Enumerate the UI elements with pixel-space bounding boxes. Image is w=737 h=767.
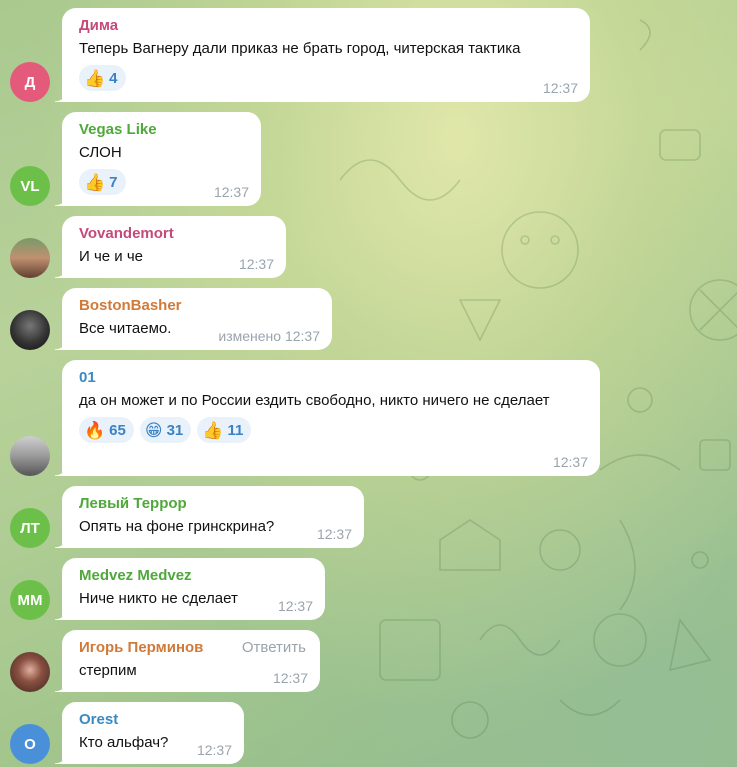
reaction-thumbs-up[interactable]: 👍 7 [79,169,126,195]
sender-name[interactable]: Левый Террор [79,494,352,514]
message-text: Опять на фоне гринскрина? [79,518,275,535]
message-bubble[interactable]: BostonBasher Все читаемо. изменено 12:37 [55,288,332,350]
reaction-count: 4 [109,69,118,87]
message-time: 12:37 [272,670,308,686]
grin-icon: 😁 [144,420,163,440]
message-time: 12:37 [213,184,249,200]
sender-name[interactable]: Orest [79,710,232,730]
message-bubble[interactable]: Дима Теперь Вагнеру дали приказ не брать… [55,8,590,102]
thumbs-up-icon: 👍 [202,420,224,440]
edited-label: изменено [218,328,282,344]
avatar[interactable] [10,436,50,476]
message-time: 12:37 [552,454,588,470]
reaction-count: 65 [109,421,126,439]
sender-name[interactable]: BostonBasher [79,296,320,316]
reaction-thumbs-up[interactable]: 👍 11 [197,417,252,443]
avatar[interactable] [10,238,50,278]
reactions-row: 👍 4 [79,65,578,91]
thumbs-up-icon: 👍 [84,68,106,88]
message-time: 12:37 [316,526,352,542]
avatar-initials: MM [17,591,43,609]
avatar[interactable]: VL [10,166,50,206]
message-bubble[interactable]: Левый Террор Опять на фоне гринскрина? 1… [55,486,364,548]
message-time: 12:37 [542,80,578,96]
reaction-count: 7 [109,173,118,191]
sender-name[interactable]: 01 [79,368,588,388]
message-time: изменено 12:37 [218,328,320,344]
message-bubble[interactable]: 01 да он может и по России ездить свобод… [55,360,600,476]
avatar-initials: VL [20,177,40,195]
avatar-initials: ЛТ [20,519,40,537]
avatar-initials: O [24,735,36,753]
message-time: 12:37 [238,256,274,272]
message-bubble[interactable]: Vegas Like СЛОН 👍 7 12:37 [55,112,261,206]
message-text: СЛОН [79,144,122,161]
avatar[interactable] [10,310,50,350]
sender-name[interactable]: Дима [79,16,578,36]
avatar-initials: Д [24,73,36,91]
message-bubble[interactable]: Medvez Medvez Ниче никто не сделает 12:3… [55,558,325,620]
avatar[interactable]: O [10,724,50,764]
reaction-count: 11 [227,421,244,439]
reaction-count: 31 [166,421,184,439]
thumbs-up-icon: 👍 [84,172,106,192]
time-value: 12:37 [284,328,320,344]
reaction-fire[interactable]: 🔥 65 [79,417,134,443]
reply-button[interactable]: Ответить [242,639,306,656]
reactions-row: 🔥 65 😁 31 👍 11 [79,417,588,443]
reaction-thumbs-up[interactable]: 👍 4 [79,65,126,91]
avatar[interactable] [10,652,50,692]
message-text: да он может и по России ездить свободно,… [79,392,550,409]
fire-icon: 🔥 [84,420,106,440]
message-time: 12:37 [277,598,313,614]
sender-name[interactable]: Vegas Like [79,120,249,140]
sender-name[interactable]: Vovandemort [79,224,274,244]
avatar[interactable]: MM [10,580,50,620]
avatar[interactable]: Д [10,62,50,102]
avatar[interactable]: ЛТ [10,508,50,548]
sender-name[interactable]: Medvez Medvez [79,566,313,586]
message-bubble[interactable]: Игорь Перминов Ответить стерпим 12:37 [55,630,320,692]
message-bubble[interactable]: Vovandemort И че и че 12:37 [55,216,286,278]
message-time: 12:37 [196,742,232,758]
reaction-grin[interactable]: 😁 31 [139,417,192,443]
message-text: Теперь Вагнеру дали приказ не брать горо… [79,40,521,57]
message-bubble[interactable]: Orest Кто альфач? 12:37 [55,702,244,764]
